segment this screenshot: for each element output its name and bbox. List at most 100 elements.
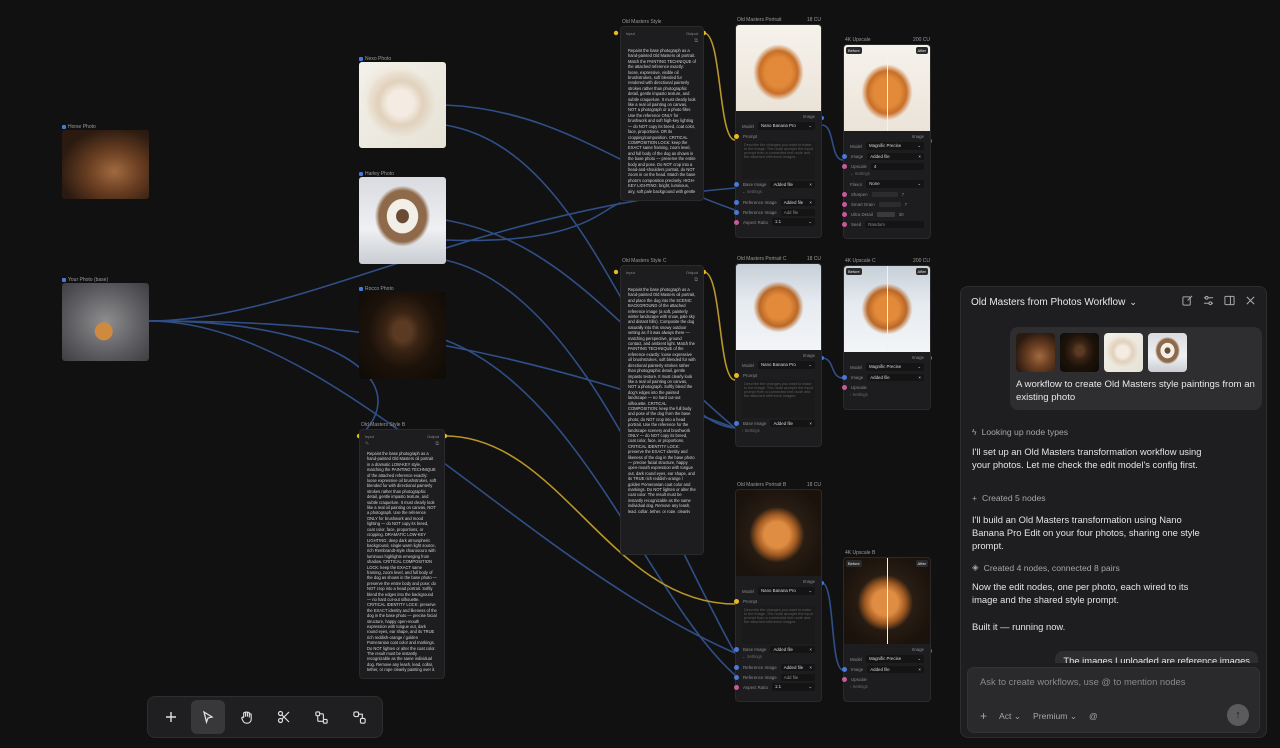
close-icon[interactable]: ×: [918, 375, 921, 380]
prompt-field[interactable]: Describe the changes you want to make to…: [742, 141, 815, 179]
settings-toggle[interactable]: › Settings: [736, 428, 821, 436]
image-file[interactable]: Added file ×: [867, 152, 924, 160]
upscale-port[interactable]: [842, 163, 847, 169]
prompt-port[interactable]: [734, 372, 739, 378]
tool-step[interactable]: + Created 5 nodes: [972, 493, 1046, 503]
new-chat-icon[interactable]: [1182, 295, 1193, 309]
attach-plus-icon[interactable]: +: [980, 709, 987, 723]
chat-input[interactable]: [980, 676, 1220, 687]
tool-step[interactable]: ◈ Created 4 nodes, connected 8 pairs: [972, 562, 1120, 573]
aspect-select[interactable]: 1:1 ⌄: [771, 218, 815, 226]
close-icon[interactable]: ×: [809, 421, 812, 426]
chevron-down-icon[interactable]: ⌄: [1129, 297, 1137, 308]
style-prompt-text[interactable]: Repaint the base photograph as a hand-pa…: [621, 285, 703, 513]
copy-icon[interactable]: ⧉: [435, 441, 439, 447]
aspect-port[interactable]: [734, 219, 739, 225]
tier-select[interactable]: Premium ⌄: [1033, 711, 1077, 722]
upscale-node[interactable]: 4K Upscale 200 CU Before After Image Mode…: [842, 37, 931, 239]
smart-grain-port[interactable]: [842, 201, 847, 207]
before-after-compare[interactable]: Before After: [844, 45, 930, 131]
compare-slider-handle[interactable]: [887, 45, 888, 131]
mention-icon[interactable]: @: [1089, 711, 1098, 721]
prompt-field[interactable]: Describe the changes you want to make to…: [742, 380, 815, 418]
edit-node-portrait-b[interactable]: Old Masters Portrait B 18 CU Image Model N…: [734, 482, 822, 702]
upscale-select[interactable]: 4: [870, 162, 924, 170]
reference-port[interactable]: [734, 199, 739, 205]
image-node-boxer[interactable]: Rocco Photo: [359, 285, 446, 379]
prompt-port[interactable]: [734, 133, 739, 139]
add-file-button[interactable]: Add file: [780, 208, 815, 216]
copy-icon[interactable]: ⧉: [694, 38, 698, 44]
model-select[interactable]: Magnific Precise ⌄: [865, 655, 924, 663]
attachment-thumbnail[interactable]: [1148, 333, 1187, 372]
settings-toggle[interactable]: ⌄ Settings: [736, 654, 821, 662]
style-prompt-text[interactable]: Repaint the base photograph as a hand-pa…: [621, 46, 703, 196]
upscale-node-b[interactable]: 4K Upscale B Before After Image Model Mag…: [842, 550, 931, 702]
image-port[interactable]: [842, 666, 847, 672]
close-icon[interactable]: ×: [809, 182, 812, 187]
tool-step[interactable]: ϟ Looking up node types: [972, 427, 1068, 437]
seed-port[interactable]: [842, 221, 847, 227]
model-select[interactable]: Nano Banana Pro ⌄: [757, 122, 815, 130]
reference-port[interactable]: [734, 664, 739, 670]
prompt-field[interactable]: Describe the changes you want to make to…: [742, 606, 815, 644]
settings-toggle[interactable]: ⌄ Settings: [844, 171, 930, 179]
close-icon[interactable]: ×: [809, 647, 812, 652]
close-icon[interactable]: [1245, 295, 1256, 309]
image-file[interactable]: Added file ×: [867, 373, 924, 381]
upscale-node-c[interactable]: 4K Upscale C 200 CU Before After Image Mo…: [842, 258, 931, 410]
add-node-button[interactable]: [154, 700, 188, 734]
before-after-compare[interactable]: Before After: [844, 558, 930, 644]
image-port[interactable]: [842, 374, 847, 380]
model-select[interactable]: Nano Banana Pro ⌄: [757, 361, 815, 369]
model-select[interactable]: Nano Banana Pro ⌄: [757, 587, 815, 595]
sharpen-slider[interactable]: [871, 191, 898, 197]
before-after-compare[interactable]: Before After: [844, 266, 930, 352]
upscale-port[interactable]: [842, 384, 847, 390]
sharpen-port[interactable]: [842, 191, 847, 197]
edit-node-portrait[interactable]: Old Masters Portrait 18 CU Image Model Nan…: [734, 17, 822, 238]
seed-field[interactable]: Random: [865, 220, 924, 228]
style-node-b[interactable]: Old Masters Style B Input Output ✎ ⧉ Repai…: [359, 422, 445, 679]
reference-file[interactable]: Added file ×: [780, 198, 815, 206]
image-node-sheltie[interactable]: Harley Photo: [359, 170, 446, 264]
compare-slider-handle[interactable]: [887, 558, 888, 644]
close-icon[interactable]: ×: [918, 667, 921, 672]
attachment-thumbnail[interactable]: [1016, 333, 1055, 372]
edit-icon[interactable]: ✎: [365, 441, 369, 447]
base-image-port[interactable]: [734, 646, 739, 652]
cut-tool-button[interactable]: [267, 700, 301, 734]
style-prompt-text[interactable]: Repaint the base photograph as a hand-pa…: [360, 449, 444, 674]
pan-tool-button[interactable]: [229, 700, 263, 734]
attachment-thumbnail[interactable]: [1104, 333, 1143, 372]
settings-toggle[interactable]: › Settings: [844, 392, 930, 400]
settings-sliders-icon[interactable]: [1203, 295, 1214, 309]
image-node-base-photo[interactable]: Your Photo (base): [62, 276, 149, 361]
base-image-port[interactable]: [734, 420, 739, 426]
smart-grain-slider[interactable]: [878, 201, 901, 207]
mode-select[interactable]: Act ⌄: [999, 711, 1021, 722]
panel-layout-icon[interactable]: [1224, 295, 1235, 309]
compare-slider-handle[interactable]: [887, 266, 888, 352]
copy-icon[interactable]: ⧉: [694, 277, 698, 283]
model-select[interactable]: Magnific Precise ⌄: [865, 363, 924, 371]
close-icon[interactable]: ×: [918, 154, 921, 159]
aspect-port[interactable]: [734, 684, 739, 690]
settings-toggle[interactable]: ⌄ Settings: [736, 189, 821, 197]
close-icon[interactable]: ×: [809, 665, 812, 670]
upscale-port[interactable]: [842, 676, 847, 682]
aspect-select[interactable]: 1:1 ⌄: [771, 683, 815, 691]
model-select[interactable]: Magnific Precise ⌄: [865, 142, 924, 150]
image-file[interactable]: Added file ×: [867, 665, 924, 673]
attachment-thumbnail[interactable]: [1060, 333, 1099, 372]
base-image-file[interactable]: Added file ×: [770, 645, 815, 653]
send-button[interactable]: ↑: [1227, 704, 1249, 726]
flavor-select[interactable]: None ⌄: [866, 180, 924, 188]
base-image-file[interactable]: Added file ×: [770, 180, 815, 188]
add-file-button[interactable]: Add file: [780, 673, 815, 681]
image-node-horse[interactable]: Horse Photo: [62, 123, 149, 199]
base-image-port[interactable]: [734, 181, 739, 187]
prompt-port[interactable]: [734, 598, 739, 604]
close-icon[interactable]: ×: [809, 200, 812, 205]
image-port[interactable]: [842, 153, 847, 159]
